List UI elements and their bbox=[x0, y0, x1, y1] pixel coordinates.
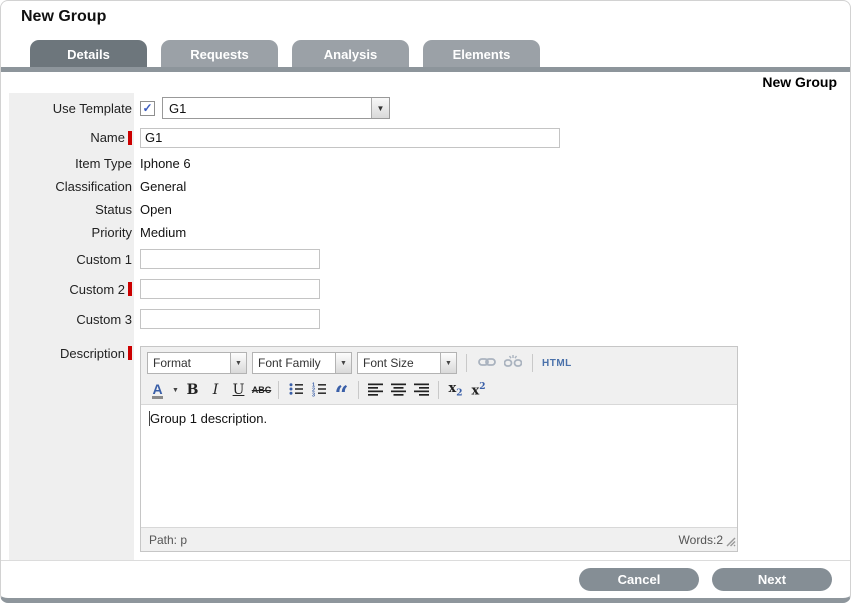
editor-toolbar: Format ▼ Font Family ▼ Font Size ▼ bbox=[141, 347, 737, 405]
align-center-button[interactable] bbox=[388, 380, 409, 400]
status-label: Status bbox=[9, 198, 134, 221]
numbered-list-icon: 123 bbox=[311, 381, 327, 400]
custom3-input[interactable] bbox=[140, 309, 320, 329]
tab-elements[interactable]: Elements bbox=[423, 40, 540, 68]
toolbar-separator bbox=[358, 381, 359, 399]
toolbar-separator bbox=[438, 381, 439, 399]
unlink-button[interactable] bbox=[502, 353, 523, 373]
name-row: Name bbox=[9, 123, 842, 152]
dropdown-arrow-icon[interactable]: ▼ bbox=[440, 353, 456, 373]
align-right-button[interactable] bbox=[411, 380, 432, 400]
classification-value: General bbox=[134, 175, 186, 198]
align-left-icon bbox=[367, 381, 384, 400]
tab-bar: Details Requests Analysis Elements bbox=[30, 40, 540, 68]
align-right-icon bbox=[413, 381, 430, 400]
template-select[interactable]: G1 ▼ bbox=[162, 97, 390, 119]
details-form: Use Template ✓ G1 ▼ Name Item Type Iphon… bbox=[9, 93, 842, 560]
subscript-icon: x2 bbox=[448, 381, 462, 399]
cancel-button[interactable]: Cancel bbox=[579, 568, 699, 591]
custom2-row: Custom 2 bbox=[9, 274, 842, 304]
blockquote-button[interactable]: “ bbox=[331, 380, 352, 400]
font-color-button[interactable]: A bbox=[147, 380, 168, 400]
toolbar-separator bbox=[532, 354, 533, 372]
superscript-button[interactable]: x2 bbox=[468, 380, 489, 400]
priority-value: Medium bbox=[134, 221, 186, 244]
dropdown-arrow-icon: ▼ bbox=[172, 387, 179, 394]
section-title: New Group bbox=[762, 74, 837, 90]
link-icon bbox=[478, 355, 496, 372]
align-center-icon bbox=[390, 381, 407, 400]
html-source-button[interactable]: HTML bbox=[542, 353, 572, 373]
subscript-button[interactable]: x2 bbox=[445, 380, 466, 400]
custom1-row: Custom 1 bbox=[9, 244, 842, 274]
toolbar-separator bbox=[278, 381, 279, 399]
tab-details[interactable]: Details bbox=[30, 40, 147, 68]
font-size-dropdown[interactable]: Font Size ▼ bbox=[357, 352, 457, 374]
editor-text: Group 1 description. bbox=[150, 411, 267, 426]
dropdown-arrow-icon[interactable]: ▼ bbox=[230, 353, 246, 373]
html-icon: HTML bbox=[542, 358, 572, 369]
required-marker bbox=[128, 282, 132, 296]
svg-text:3: 3 bbox=[312, 392, 315, 397]
use-template-label: Use Template bbox=[9, 93, 134, 123]
bold-button[interactable]: B bbox=[182, 380, 203, 400]
footer-actions: Cancel Next bbox=[1, 560, 850, 591]
italic-button[interactable]: I bbox=[205, 380, 226, 400]
custom1-input[interactable] bbox=[140, 249, 320, 269]
editor-path: Path: p bbox=[149, 533, 187, 547]
name-input[interactable] bbox=[140, 128, 560, 148]
new-group-window: New Group Details Requests Analysis Elem… bbox=[0, 0, 851, 603]
dropdown-arrow-icon[interactable]: ▼ bbox=[371, 98, 389, 118]
underline-button[interactable]: U bbox=[228, 380, 249, 400]
editor-content[interactable]: Group 1 description. bbox=[141, 405, 737, 527]
item-type-value: Iphone 6 bbox=[134, 152, 191, 175]
classification-label: Classification bbox=[9, 175, 134, 198]
description-row: Description Format ▼ Font Family ▼ bbox=[9, 334, 842, 560]
required-marker bbox=[128, 346, 132, 360]
status-value: Open bbox=[134, 198, 172, 221]
bullet-list-icon bbox=[288, 381, 304, 400]
dropdown-arrow-icon[interactable]: ▼ bbox=[335, 353, 351, 373]
blockquote-icon: “ bbox=[335, 391, 349, 399]
font-color-dropdown[interactable]: ▼ bbox=[170, 380, 180, 400]
toolbar-separator bbox=[466, 354, 467, 372]
link-button[interactable] bbox=[476, 353, 497, 373]
template-select-value: G1 bbox=[163, 98, 371, 118]
page-title: New Group bbox=[21, 8, 106, 26]
status-row: Status Open bbox=[9, 198, 842, 221]
use-template-checkbox[interactable]: ✓ bbox=[140, 101, 155, 116]
editor-word-count: Words:2 bbox=[679, 533, 723, 547]
tab-analysis[interactable]: Analysis bbox=[292, 40, 409, 68]
classification-row: Classification General bbox=[9, 175, 842, 198]
item-type-row: Item Type Iphone 6 bbox=[9, 152, 842, 175]
bullet-list-button[interactable] bbox=[285, 380, 306, 400]
numbered-list-button[interactable]: 123 bbox=[308, 380, 329, 400]
use-template-row: Use Template ✓ G1 ▼ bbox=[9, 93, 842, 123]
custom2-label: Custom 2 bbox=[9, 274, 134, 304]
font-family-dropdown[interactable]: Font Family ▼ bbox=[252, 352, 352, 374]
item-type-label: Item Type bbox=[9, 152, 134, 175]
align-left-button[interactable] bbox=[365, 380, 386, 400]
name-label: Name bbox=[9, 123, 134, 152]
unlink-icon bbox=[504, 354, 522, 373]
superscript-icon: x2 bbox=[471, 382, 485, 398]
priority-row: Priority Medium bbox=[9, 221, 842, 244]
custom1-label: Custom 1 bbox=[9, 244, 134, 274]
custom3-row: Custom 3 bbox=[9, 304, 842, 334]
priority-label: Priority bbox=[9, 221, 134, 244]
tab-requests[interactable]: Requests bbox=[161, 40, 278, 68]
required-marker bbox=[128, 131, 132, 145]
custom2-input[interactable] bbox=[140, 279, 320, 299]
check-icon: ✓ bbox=[142, 101, 152, 115]
next-button[interactable]: Next bbox=[712, 568, 832, 591]
description-label: Description bbox=[9, 334, 134, 560]
tab-divider bbox=[1, 67, 850, 72]
custom3-label: Custom 3 bbox=[9, 304, 134, 334]
rich-text-editor: Format ▼ Font Family ▼ Font Size ▼ bbox=[140, 346, 738, 552]
format-dropdown[interactable]: Format ▼ bbox=[147, 352, 247, 374]
font-color-icon: A bbox=[152, 382, 162, 399]
resize-handle-icon[interactable] bbox=[724, 535, 736, 550]
strikethrough-button[interactable]: ABC bbox=[251, 380, 272, 400]
editor-statusbar: Path: p Words:2 bbox=[141, 527, 737, 551]
